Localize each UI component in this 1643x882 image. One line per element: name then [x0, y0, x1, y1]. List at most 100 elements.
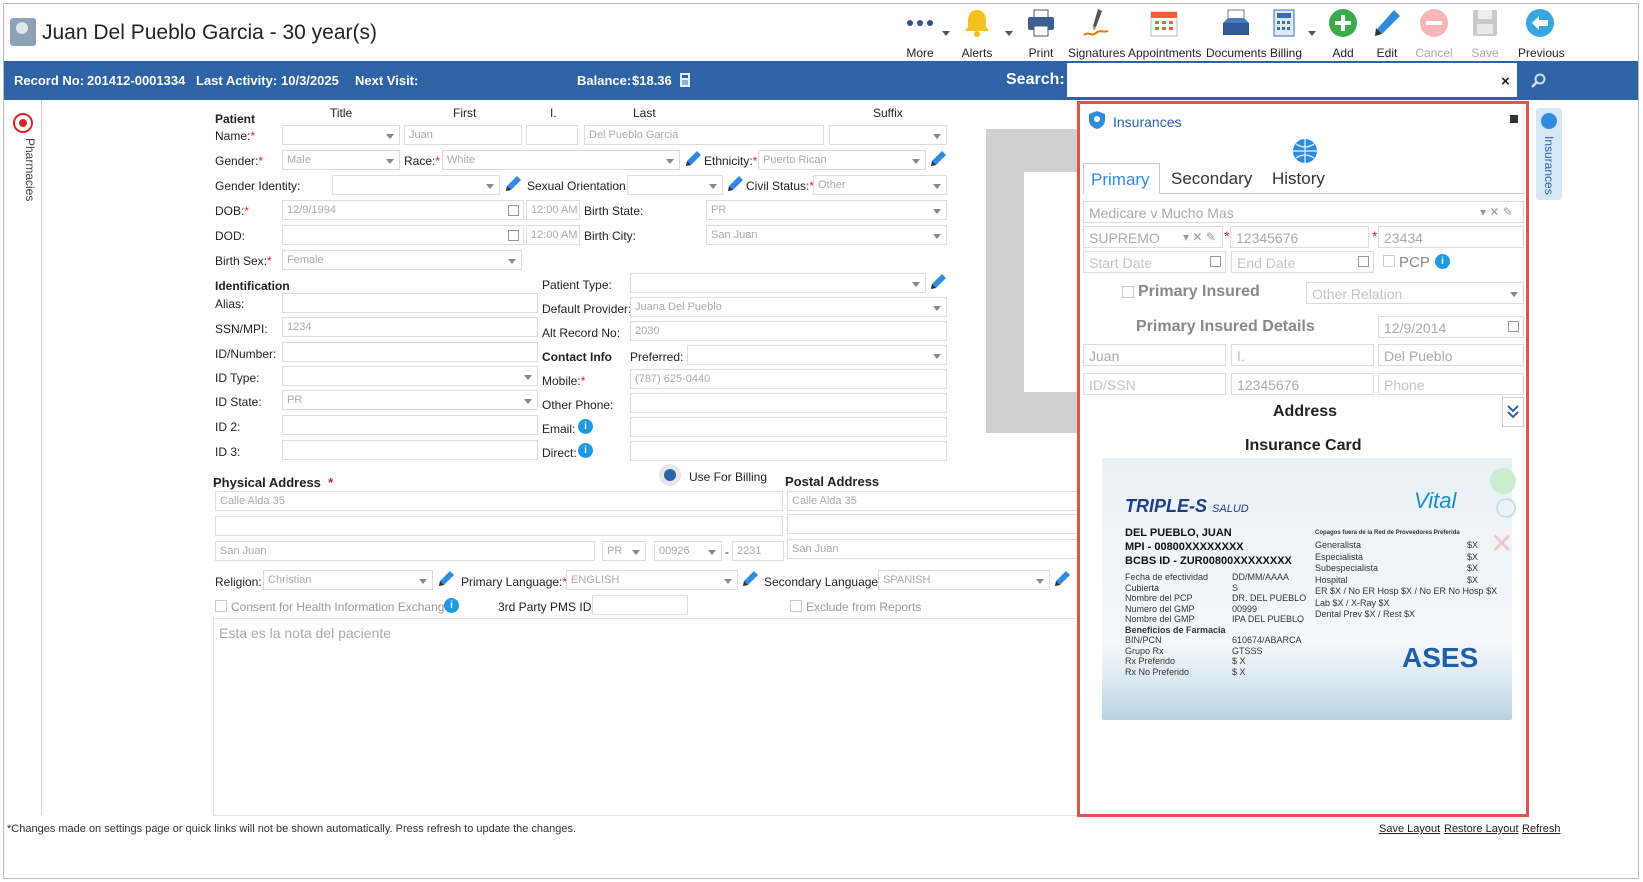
insured-id-ssn-input[interactable]: ID/SSN [1083, 373, 1226, 395]
title-select[interactable] [282, 125, 400, 145]
gender-identity-edit-pencil-icon[interactable] [504, 175, 522, 193]
address-expand-button[interactable] [1502, 397, 1524, 427]
insurances-side-tab[interactable]: Insurances [1536, 108, 1562, 200]
card-zoom-icon[interactable] [1496, 498, 1516, 518]
refresh-link[interactable]: Refresh [1522, 823, 1561, 835]
physical-zip-select[interactable]: 00926 [654, 541, 722, 561]
primary-insured-checkbox[interactable] [1122, 286, 1134, 298]
alerts-button[interactable]: Alerts [957, 7, 997, 61]
religion-select[interactable]: Christian [263, 570, 433, 590]
direct-info-icon[interactable]: i [578, 443, 593, 458]
insured-member-id-input[interactable]: 12345676 [1231, 373, 1374, 395]
alerts-dropdown-icon[interactable] [1005, 31, 1013, 36]
suffix-select[interactable] [829, 125, 947, 145]
middle-initial-input[interactable] [526, 125, 578, 145]
id-number-input[interactable] [282, 342, 538, 362]
edit-button[interactable]: Edit [1370, 7, 1404, 61]
patient-notes-textarea[interactable]: Esta es la nota del paciente [213, 618, 1078, 816]
pin-icon[interactable] [1510, 115, 1518, 123]
pharmacies-label[interactable]: Pharmacies [23, 138, 37, 201]
balance-details-icon[interactable] [677, 72, 693, 88]
plan-type-actions-icon[interactable]: ▾ ✕ ✎ [1183, 230, 1216, 244]
email-info-icon[interactable]: i [578, 419, 593, 434]
plan-dropdown-icon[interactable]: ▾ ✕ ✎ [1480, 205, 1513, 219]
sexual-orientation-select[interactable] [627, 175, 723, 195]
direct-input[interactable] [630, 441, 947, 461]
race-select[interactable]: White [442, 150, 680, 170]
patient-type-select[interactable] [630, 273, 926, 293]
signatures-button[interactable]: Signatures [1068, 7, 1125, 61]
secondary-language-select[interactable]: SPANISH [878, 570, 1050, 590]
insured-phone-input[interactable]: Phone [1378, 373, 1524, 395]
search-clear-button[interactable]: × [1501, 73, 1510, 90]
card-add-icon[interactable] [1490, 468, 1516, 494]
physical-state-select[interactable]: PR [602, 541, 646, 561]
ethnicity-select[interactable]: Puerto Rican [758, 150, 926, 170]
pcp-info-icon[interactable]: i [1435, 254, 1450, 269]
member-id-input[interactable]: 12345676 [1230, 226, 1369, 248]
gender-select[interactable]: Male [282, 150, 400, 170]
exclude-reports-checkbox[interactable] [790, 600, 802, 612]
id-type-select[interactable] [282, 366, 538, 386]
postal-address-line2-input[interactable] [787, 514, 1079, 534]
third-party-pms-input[interactable] [592, 595, 688, 615]
birth-sex-select[interactable]: Female [282, 250, 522, 270]
card-delete-icon[interactable]: ✕ [1490, 530, 1513, 558]
previous-button[interactable]: Previous [1518, 7, 1565, 61]
cancel-button[interactable]: Cancel [1414, 7, 1454, 61]
postal-city-input[interactable]: San Juan [787, 539, 1079, 559]
secondary-language-edit-pencil-icon[interactable] [1053, 570, 1071, 588]
search-input[interactable] [1067, 63, 1517, 97]
ssn-input[interactable]: 1234 [282, 317, 538, 337]
primary-language-select[interactable]: ENGLISH [566, 570, 738, 590]
id3-input[interactable] [282, 440, 538, 460]
print-button[interactable]: Print [1022, 7, 1060, 61]
race-edit-pencil-icon[interactable] [684, 150, 702, 168]
religion-edit-pencil-icon[interactable] [437, 570, 455, 588]
add-button[interactable]: Add [1325, 7, 1361, 61]
insured-initial-input[interactable]: I. [1231, 344, 1374, 366]
dob-time-input[interactable]: 12:00 AM [526, 200, 580, 220]
physical-address-line2-input[interactable] [215, 516, 783, 536]
tab-history[interactable]: History [1268, 163, 1348, 193]
other-relation-select[interactable]: Other Relation [1306, 282, 1524, 304]
default-provider-select[interactable]: Juana Del Pueblo [630, 297, 947, 317]
alias-input[interactable] [282, 293, 538, 313]
restore-layout-link[interactable]: Restore Layout [1444, 823, 1519, 835]
tab-primary[interactable]: Primary [1083, 163, 1160, 194]
dob-date-input[interactable]: 12/9/1994 [282, 200, 524, 220]
use-for-billing-radio[interactable] [659, 464, 681, 486]
start-date-input[interactable]: Start Date [1083, 251, 1226, 273]
civil-status-select[interactable]: Other [813, 175, 947, 195]
insurance-plan-select[interactable]: Medicare v Mucho Mas [1083, 201, 1524, 223]
save-button[interactable]: Save [1468, 7, 1502, 61]
preferred-contact-select[interactable] [687, 345, 947, 365]
physical-city-input[interactable]: San Juan [215, 541, 595, 561]
dod-time-input[interactable]: 12:00 AM [526, 225, 580, 245]
ethnicity-edit-pencil-icon[interactable] [929, 150, 947, 168]
physical-address-line1-input[interactable]: Calle Alda 35 [215, 491, 783, 511]
id-state-select[interactable]: PR [282, 390, 538, 410]
birth-city-select[interactable]: San Juan [706, 225, 947, 245]
more-dropdown-icon[interactable] [942, 31, 950, 36]
search-button[interactable] [1517, 61, 1562, 100]
primary-language-edit-pencil-icon[interactable] [741, 570, 759, 588]
patient-type-edit-pencil-icon[interactable] [929, 273, 947, 291]
dod-date-input[interactable] [282, 225, 524, 245]
pcp-checkbox[interactable] [1383, 255, 1395, 267]
more-button[interactable]: More [900, 7, 940, 61]
other-phone-input[interactable] [630, 393, 947, 413]
first-name-input[interactable]: Juan [404, 125, 522, 145]
pharmacies-tab[interactable] [12, 112, 34, 134]
tab-secondary[interactable]: Secondary [1164, 163, 1264, 193]
birth-state-select[interactable]: PR [706, 200, 947, 220]
insurance-globe-icon[interactable] [1292, 138, 1318, 164]
appointments-button[interactable]: Appointments [1128, 7, 1201, 61]
consent-info-icon[interactable]: i [444, 598, 459, 613]
billing-button[interactable]: Billing [1269, 7, 1303, 61]
consent-checkbox[interactable] [215, 600, 227, 612]
end-date-input[interactable]: End Date [1231, 251, 1374, 273]
sexual-orientation-edit-pencil-icon[interactable] [726, 175, 744, 193]
email-input[interactable] [630, 417, 947, 437]
gender-identity-select[interactable] [332, 175, 500, 195]
